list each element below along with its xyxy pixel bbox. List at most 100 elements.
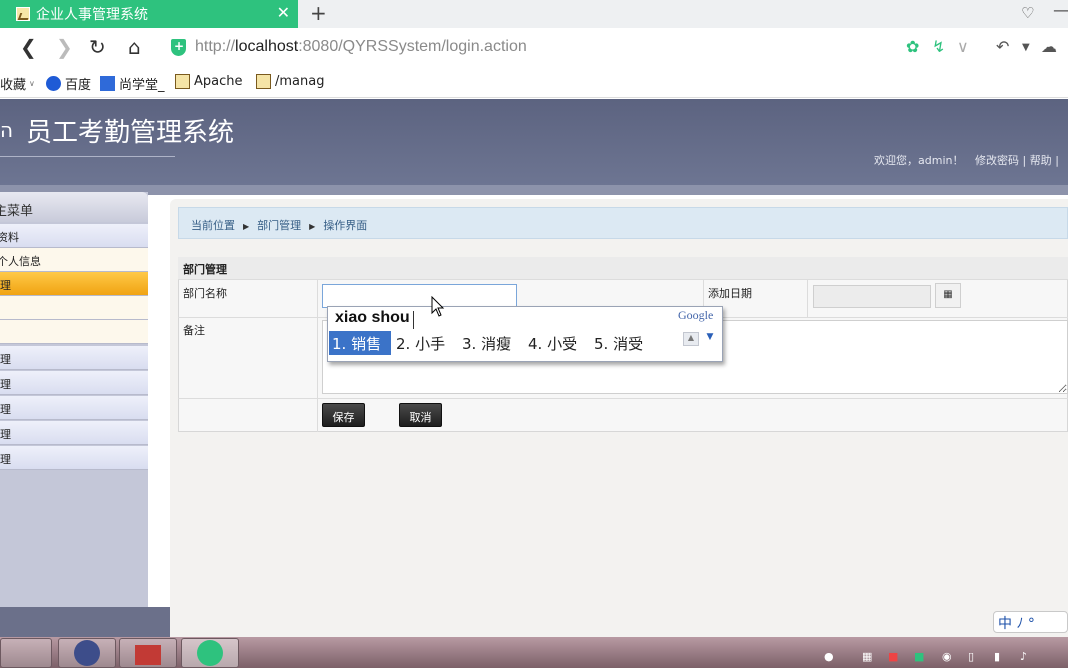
undo-dropdown-icon[interactable]: ▼ (1022, 42, 1030, 53)
ime-candidate-4[interactable]: 4. 小受 (528, 333, 577, 354)
security-shield-icon[interactable] (171, 39, 186, 56)
ime-page-down-icon[interactable]: ▼ (702, 332, 718, 346)
sidebar-item-label: 理 (0, 403, 11, 416)
add-date-input[interactable] (813, 285, 931, 308)
tray-usb-icon[interactable]: ▯ (968, 650, 974, 663)
ime-candidate-5[interactable]: 5. 消受 (594, 333, 643, 354)
bookmark-shangxuetang[interactable]: 尚学堂_ (100, 74, 165, 93)
help-link[interactable]: 帮助 (1030, 154, 1052, 167)
bookmark-apache[interactable]: Apache (175, 74, 243, 89)
forward-icon[interactable]: ❯ (56, 35, 73, 59)
tray-green-icon[interactable]: ■ (914, 650, 924, 663)
tray-network-icon[interactable]: ▦ (862, 650, 872, 663)
sidebar-item-label: 理 (0, 428, 11, 441)
save-button[interactable]: 保存 (322, 403, 365, 427)
dropdown-chevron-icon[interactable]: ∨ (957, 37, 969, 56)
reload-icon[interactable]: ↻ (89, 35, 106, 59)
breadcrumb-item: 操作界面 (323, 219, 368, 232)
welcome-text: 欢迎您，admin！ (874, 154, 964, 167)
app-title: 员工考勤管理系统 (26, 118, 235, 148)
sidebar-item-label: 理 (0, 279, 11, 292)
ime-status-text: 中 ﾉ ° (998, 616, 1035, 632)
tray-qq-icon[interactable]: ◉ (942, 650, 952, 663)
bookmark-manag[interactable]: /manag (256, 74, 324, 89)
ime-candidate-2[interactable]: 2. 小手 (396, 333, 445, 354)
browser-icon (197, 640, 223, 666)
chevron-down-icon: ∨ (29, 79, 35, 88)
speed-mode-icon[interactable]: ✿ (906, 37, 919, 56)
ime-status-bar[interactable]: 中 ﾉ ° (993, 611, 1068, 633)
minimize-icon[interactable]: — (1053, 0, 1068, 21)
back-icon[interactable]: ❮ (20, 35, 37, 59)
tray-volume-icon[interactable]: ♪ (1020, 650, 1027, 663)
tray-signal-icon[interactable]: ▮ (994, 650, 1000, 663)
skin-icon[interactable]: ♡ (1021, 4, 1034, 22)
sidebar-item-manage-3[interactable]: 理 (0, 396, 148, 420)
url-path: :8080/QYRSSystem/login.action (298, 38, 527, 55)
undo-icon[interactable]: ↶ (996, 37, 1009, 56)
sidebar-header-label: 主菜单 (0, 204, 34, 219)
department-name-label: 部门名称 (183, 287, 227, 300)
sidebar-footer (0, 607, 170, 637)
bookmark-label: Apache (194, 74, 243, 89)
column-divider (807, 280, 808, 318)
breadcrumb-item: 当前位置 (191, 219, 235, 232)
ime-candidate-3[interactable]: 3. 消瘦 (462, 333, 511, 354)
ime-page-up-icon[interactable]: ▲ (683, 332, 699, 346)
breadcrumb-item[interactable]: 部门管理 (257, 219, 301, 232)
tray-ime-icon[interactable]: ● (824, 650, 834, 663)
bookmark-label: 尚学堂_ (119, 78, 165, 93)
sidebar-item-manage-4[interactable]: 理 (0, 421, 148, 445)
separator: | (1022, 154, 1027, 167)
sidebar-item-manage-1[interactable]: 理 (0, 346, 148, 370)
sidebar-item-blank-2[interactable] (0, 320, 148, 344)
sidebar-item-profile[interactable]: 资料 (0, 224, 148, 248)
taskbar-app-browser[interactable] (181, 638, 239, 668)
site-favicon-icon (16, 7, 30, 21)
toolbox-icon (135, 645, 161, 665)
sidebar-item-manage-5[interactable]: 理 (0, 446, 148, 470)
ime-brand-logo: Google (678, 308, 714, 322)
taskbar-app-toolbox[interactable] (119, 638, 177, 668)
breadcrumb: 当前位置 ▶ 部门管理 ▶ 操作界面 (178, 207, 1068, 239)
sidebar-header: 主菜单 (0, 192, 148, 222)
address-bar[interactable]: http://localhost:8080/QYRSSystem/login.a… (195, 38, 527, 56)
ime-candidate-1[interactable]: 1. 销售 (329, 331, 391, 355)
form-section-row (178, 257, 1068, 280)
add-date-label: 添加日期 (708, 287, 752, 300)
cloud-icon[interactable]: ☁ (1041, 37, 1057, 56)
cancel-button[interactable]: 取消 (399, 403, 442, 427)
department-name-input[interactable] (322, 284, 517, 308)
url-scheme: http:// (195, 38, 236, 55)
header-stripe (0, 185, 1068, 195)
tray-app-icon[interactable]: ■ (888, 650, 898, 663)
bookmark-baidu[interactable]: 百度 (46, 74, 91, 93)
new-tab-button[interactable]: + (310, 1, 327, 25)
sidebar-item-label: 理 (0, 353, 11, 366)
ime-pinyin-text: xiao shou (335, 309, 410, 326)
taskbar-app-notepad[interactable] (0, 638, 52, 668)
browser-tab[interactable]: 企业人事管理系统 ✕ (0, 0, 298, 28)
tab-close-icon[interactable]: ✕ (277, 3, 290, 22)
bookmark-favorites[interactable]: 收藏 ∨ (0, 74, 35, 93)
lightning-icon[interactable]: ↯ (932, 37, 945, 56)
remark-label: 备注 (183, 324, 205, 337)
form-section-title: 部门管理 (183, 263, 227, 276)
change-password-link[interactable]: 修改密码 (975, 154, 1019, 167)
sidebar-item-blank-1[interactable] (0, 296, 148, 320)
breadcrumb-arrow-icon: ▶ (243, 222, 250, 231)
sidebar-item-manage-2[interactable]: 理 (0, 371, 148, 395)
title-underline (0, 156, 175, 157)
bookmark-label: 收藏 (0, 78, 27, 93)
app-logo-icon: ה (0, 118, 14, 142)
sidebar-item-label: 理 (0, 378, 11, 391)
sidebar-item-active[interactable]: 理 (0, 272, 148, 296)
calendar-icon[interactable]: ▦ (935, 283, 961, 308)
page-icon (175, 74, 190, 89)
home-icon[interactable]: ⌂ (128, 35, 141, 59)
sidebar-item-label: 理 (0, 453, 11, 466)
tab-title: 企业人事管理系统 (36, 7, 148, 23)
bookmark-label: /manag (275, 74, 325, 89)
taskbar-app-eclipse[interactable] (58, 638, 116, 668)
sidebar-item-personal-info[interactable]: 个人信息 (0, 248, 148, 272)
